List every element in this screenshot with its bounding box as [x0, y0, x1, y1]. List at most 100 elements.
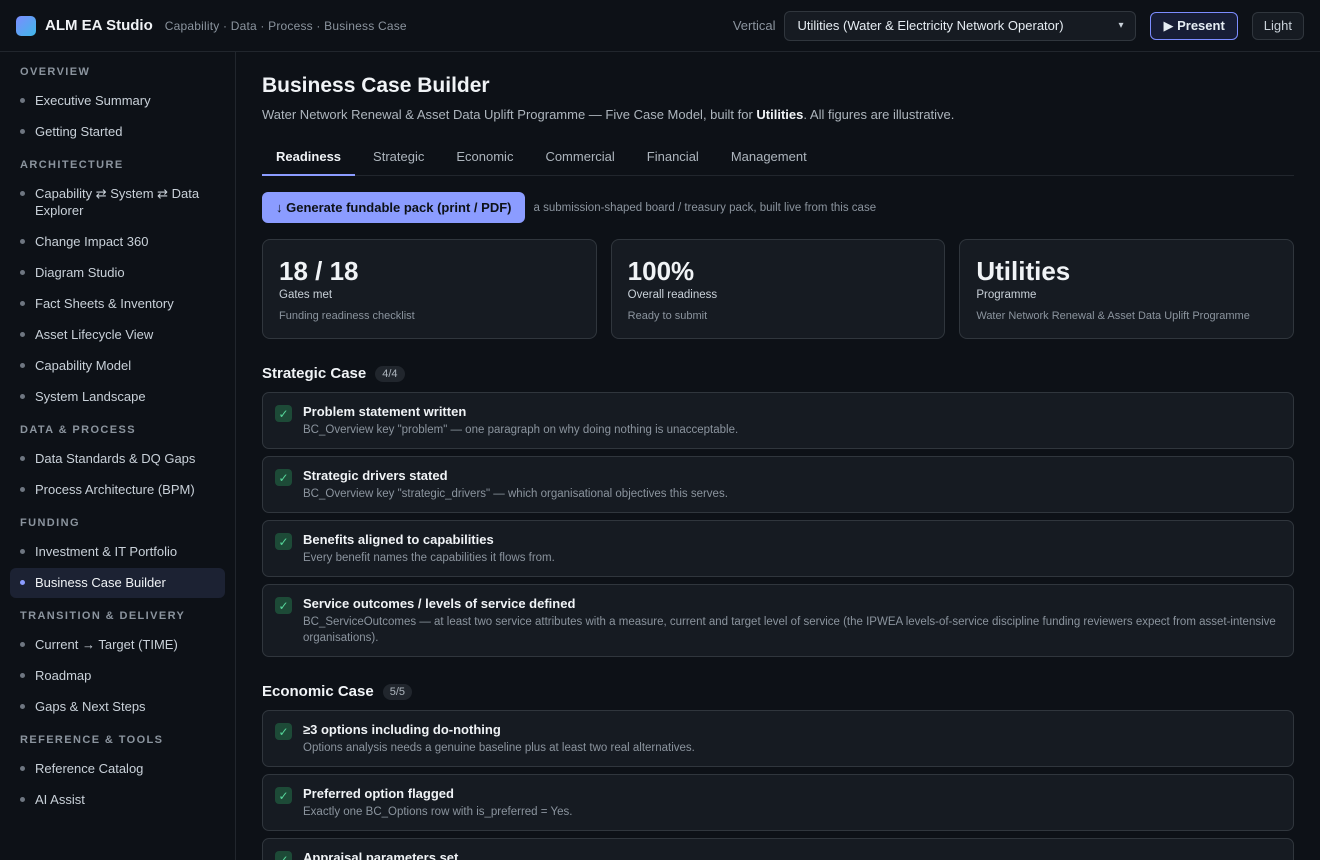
sidebar-section-funding: FUNDING Investment & IT Portfolio Business… — [10, 517, 225, 598]
check-icon: ✓ — [275, 851, 292, 860]
topbar-controls: Vertical Utilities (Water & Electricity … — [732, 10, 1304, 41]
tab-commercial[interactable]: Commercial — [531, 140, 628, 175]
stat-card: Utilities Programme Water Network Renewal … — [959, 239, 1295, 339]
sidebar-section-transition-delivery: TRANSITION & DELIVERY Current → Target (T… — [10, 610, 225, 722]
theme-toggle-button[interactable]: Light — [1251, 11, 1304, 40]
sidebar-item-label: Roadmap — [35, 668, 92, 683]
sidebar-item-executive-summary[interactable]: Executive Summary — [10, 86, 225, 116]
sidebar-heading: FUNDING — [20, 517, 80, 529]
page-subtitle: Water Network Renewal & Asset Data Uplif… — [262, 107, 1294, 122]
chevron-down-icon: ▾ — [1118, 20, 1124, 31]
breadcrumb: Capability · Data · Process · Business C… — [164, 18, 407, 33]
stat-cards: 18 / 18 Gates met Funding readiness checkl… — [262, 239, 1295, 339]
sidebar-item-getting-started[interactable]: Getting Started — [10, 117, 225, 147]
bullet-dot-icon — [20, 129, 25, 134]
checklist-item-description: Every benefit names the capabilities it … — [303, 552, 555, 564]
sidebar-item-label: Reference Catalog — [35, 761, 144, 776]
sidebar-item-label: Asset Lifecycle View — [35, 327, 154, 342]
sidebar-item-reference-catalog[interactable]: Reference Catalog — [10, 754, 225, 784]
bullet-dot-icon — [20, 363, 25, 368]
sidebar-item-process-architecture-bpm[interactable]: Process Architecture (BPM) — [10, 475, 225, 505]
check-icon: ✓ — [275, 723, 292, 740]
bullet-dot-icon — [20, 456, 25, 461]
sidebar-heading: ARCHITECTURE — [20, 159, 124, 171]
case-count-badge: 4/4 — [375, 365, 405, 382]
sidebar-item-system-landscape[interactable]: System Landscape — [10, 382, 225, 412]
bullet-dot-icon — [20, 98, 25, 103]
checklist: ✓ Problem statement written BC_Overview ke… — [262, 392, 1294, 657]
bullet-dot-icon — [20, 487, 25, 492]
sidebar-section-architecture: ARCHITECTURE Capability ⇄ System ⇄ Data E… — [10, 159, 225, 412]
present-button[interactable]: ▶ Present — [1150, 11, 1238, 40]
sidebar-item-fact-sheets-inventory[interactable]: Fact Sheets & Inventory — [10, 289, 225, 319]
tab-economic[interactable]: Economic — [442, 140, 527, 175]
sidebar-item-business-case-builder[interactable]: Business Case Builder — [10, 568, 225, 598]
sidebar-section-data-process: DATA & PROCESS Data Standards & DQ Gaps Pr… — [10, 424, 225, 505]
case-sections: Strategic Case 4/4 ✓ Problem statement writ… — [262, 365, 1294, 860]
check-icon: ✓ — [275, 405, 292, 422]
checklist-item: ✓ ≥3 options including do-nothing Options … — [262, 710, 1294, 767]
tab-financial[interactable]: Financial — [633, 140, 713, 175]
sidebar-heading: DATA & PROCESS — [20, 424, 136, 436]
stat-value: 100% — [627, 256, 695, 286]
sidebar-item-label: Change Impact 360 — [35, 234, 149, 249]
stat-label: Programme — [976, 289, 1037, 301]
check-icon: ✓ — [275, 787, 292, 804]
sidebar-item-label: Getting Started — [35, 124, 123, 139]
sidebar-heading: TRANSITION & DELIVERY — [20, 610, 186, 622]
sidebar-section-reference-tools: REFERENCE & TOOLS Reference Catalog AI Ass… — [10, 734, 225, 815]
case-tabs: Readiness Strategic Economic Commercial Fina… — [262, 140, 1294, 176]
checklist-item-body: Preferred option flagged Exactly one BC_O… — [303, 786, 572, 820]
checklist-item: ✓ Service outcomes / levels of service de… — [262, 584, 1294, 657]
sidebar-item-change-impact-360[interactable]: Change Impact 360 — [10, 227, 225, 257]
sidebar-item-asset-lifecycle-view[interactable]: Asset Lifecycle View — [10, 320, 225, 350]
stat-subtext: Water Network Renewal & Asset Data Uplif… — [976, 310, 1250, 322]
sidebar-item-roadmap[interactable]: Roadmap — [10, 661, 225, 691]
sidebar-item-diagram-studio[interactable]: Diagram Studio — [10, 258, 225, 288]
sidebar-item-label: Executive Summary — [35, 93, 151, 108]
vertical-label: Vertical — [732, 18, 776, 33]
sidebar-item-capability-system-data-explorer[interactable]: Capability ⇄ System ⇄ Data Explorer — [10, 179, 225, 226]
sidebar-heading: REFERENCE & TOOLS — [20, 734, 164, 746]
bullet-dot-icon — [20, 394, 25, 399]
stat-subtext: Funding readiness checklist — [279, 310, 415, 322]
checklist-item-body: Benefits aligned to capabilities Every be… — [303, 532, 555, 566]
checklist-item-title: Service outcomes / levels of service def… — [303, 596, 576, 611]
check-icon: ✓ — [275, 597, 292, 614]
check-icon: ✓ — [275, 469, 292, 486]
case-count-badge: 5/5 — [382, 683, 413, 700]
sidebar-item-label: System Landscape — [35, 389, 146, 404]
bullet-dot-icon — [20, 673, 25, 678]
checklist-item-title: Benefits aligned to capabilities — [303, 532, 494, 547]
app-logo-icon — [16, 15, 36, 36]
checklist-item: ✓ Benefits aligned to capabilities Every b… — [262, 520, 1294, 577]
case-header-strategic-case: Strategic Case 4/4 — [262, 365, 1294, 382]
checklist-item: ✓ Appraisal parameters setDiscount rate a… — [262, 838, 1294, 860]
tab-management[interactable]: Management — [717, 140, 821, 175]
sidebar-item-current-target-time[interactable]: Current → Target (TIME) — [10, 630, 225, 660]
page-subtitle-vertical: Utilities — [756, 107, 804, 122]
generate-row: ↓ Generate fundable pack (print / PDF) a… — [262, 192, 1294, 223]
tab-strategic[interactable]: Strategic — [359, 140, 438, 175]
sidebar-item-ai-assist[interactable]: AI Assist — [10, 785, 225, 815]
stat-value: Utilities — [976, 256, 1071, 286]
sidebar-item-investment-it-portfolio[interactable]: Investment & IT Portfolio — [10, 537, 225, 567]
checklist-item-description: BC_Overview key "problem" — one paragrap… — [303, 424, 739, 436]
bullet-dot-icon — [20, 301, 25, 306]
tab-readiness[interactable]: Readiness — [262, 140, 356, 176]
bullet-dot-icon — [20, 766, 25, 771]
sidebar-item-data-standards-dq-gaps[interactable]: Data Standards & DQ Gaps — [10, 444, 225, 474]
main-content: Business Case Builder Water Network Rene… — [236, 52, 1320, 860]
checklist-item: ✓ Strategic drivers stated BC_Overview key… — [262, 456, 1294, 513]
sidebar-item-capability-model[interactable]: Capability Model — [10, 351, 225, 381]
case-header-economic-case: Economic Case 5/5 — [262, 683, 1294, 700]
page-title: Business Case Builder — [262, 74, 490, 97]
vertical-select[interactable]: Utilities (Water & Electricity Network O… — [784, 10, 1137, 41]
checklist-item-description: BC_ServiceOutcomes — at least two servic… — [303, 616, 1276, 644]
stat-label: Overall readiness — [627, 289, 718, 301]
page-subtitle-suffix: . All figures are illustrative. — [803, 107, 955, 122]
bullet-dot-icon — [20, 704, 25, 709]
generate-pack-button[interactable]: ↓ Generate fundable pack (print / PDF) — [262, 192, 526, 223]
sidebar-item-gaps-next-steps[interactable]: Gaps & Next Steps — [10, 692, 225, 722]
checklist-item-title: Strategic drivers stated — [303, 468, 448, 483]
